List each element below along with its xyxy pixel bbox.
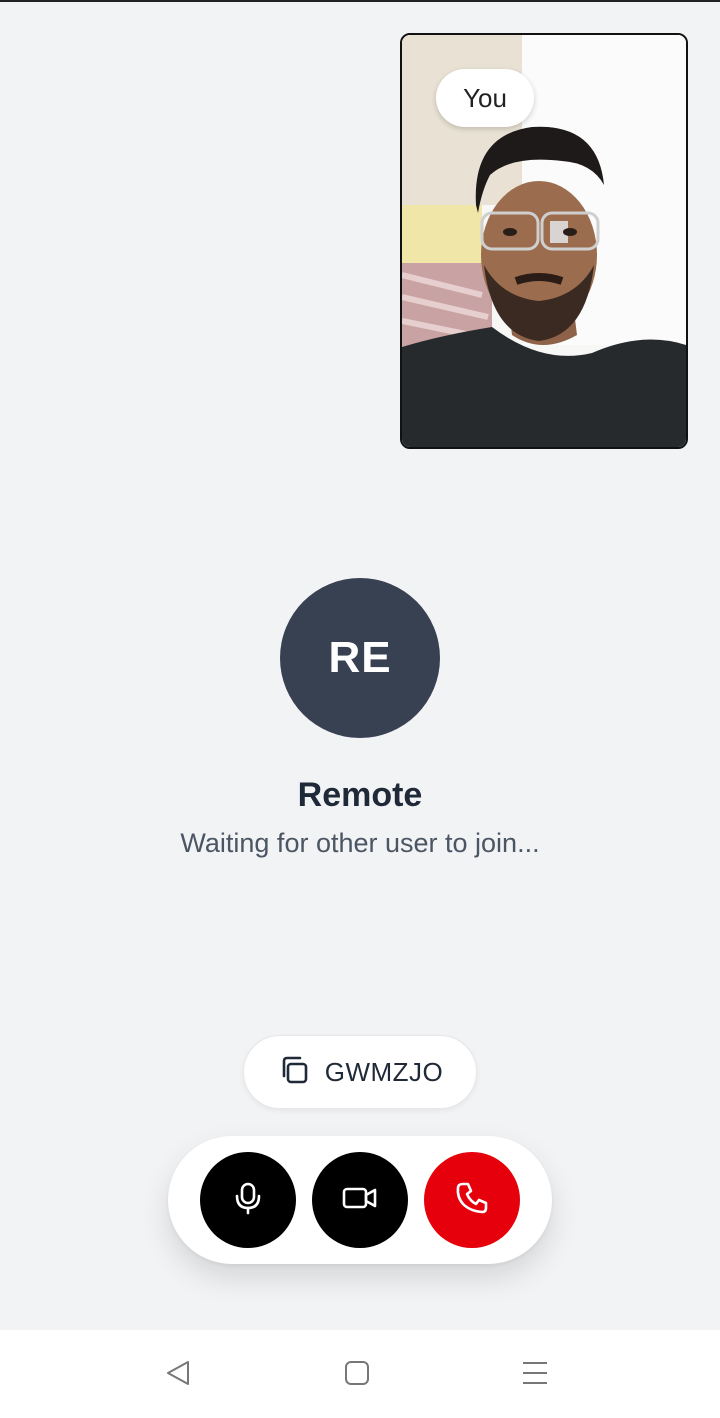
status-edge: [0, 0, 720, 2]
remote-avatar: RE: [280, 578, 440, 738]
remote-name: Remote: [297, 776, 423, 814]
recents-icon: [520, 1358, 550, 1393]
camera-toggle-button[interactable]: [312, 1152, 408, 1248]
home-icon: [342, 1358, 372, 1393]
back-icon: [164, 1358, 194, 1393]
copy-icon: [277, 1053, 311, 1092]
self-video-preview[interactable]: You: [400, 33, 688, 449]
copy-room-code-button[interactable]: GWMZJO: [243, 1035, 477, 1109]
recents-button[interactable]: [520, 1360, 550, 1390]
phone-icon: [453, 1179, 491, 1222]
end-call-button[interactable]: [424, 1152, 520, 1248]
you-label: You: [436, 69, 534, 127]
mute-button[interactable]: [200, 1152, 296, 1248]
system-navigation-bar: [0, 1330, 720, 1418]
remote-initials: RE: [328, 633, 392, 682]
video-camera-icon: [341, 1179, 379, 1222]
microphone-icon: [230, 1180, 266, 1221]
waiting-status: Waiting for other user to join...: [180, 828, 540, 858]
home-button[interactable]: [342, 1360, 372, 1390]
back-button[interactable]: [164, 1360, 194, 1390]
call-controls: [168, 1136, 552, 1264]
room-code: GWMZJO: [324, 1056, 444, 1087]
